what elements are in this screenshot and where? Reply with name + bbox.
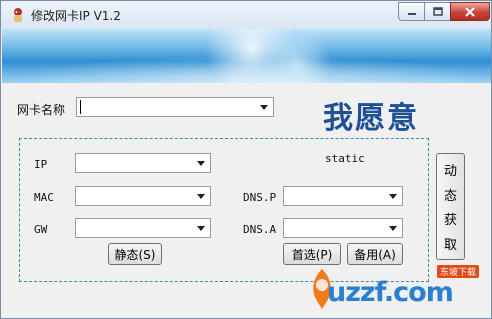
ip-label: IP <box>34 158 48 171</box>
dynamic-char-4: 取 <box>443 238 457 254</box>
mac-combo[interactable] <box>75 186 211 206</box>
dynamic-char-3: 获 <box>443 213 457 229</box>
mac-label: MAC <box>34 191 54 204</box>
dns-primary-combo[interactable] <box>283 186 403 206</box>
dns-alternate-combo[interactable] <box>283 218 403 238</box>
dns-alternate-label: DNS.A <box>243 223 277 236</box>
main-window: 修改网卡IP V1.2 网卡名称 我愿意 static IP MAC DNS.P… <box>0 0 492 319</box>
close-icon <box>465 6 475 17</box>
dynamic-char-1: 动 <box>443 163 457 179</box>
window-title: 修改网卡IP V1.2 <box>31 9 121 23</box>
dns-primary-label: DNS.P <box>243 191 277 204</box>
backup-button[interactable]: 备用(A) <box>347 243 403 265</box>
header-banner <box>2 29 491 83</box>
minimize-icon <box>407 12 416 15</box>
static-label: static <box>325 152 365 165</box>
dynamic-obtain-button[interactable]: 动 态 获 取 <box>436 153 465 260</box>
dynamic-char-2: 态 <box>443 188 457 204</box>
adapter-name-combo[interactable] <box>76 97 274 117</box>
preferred-button[interactable]: 首选(P) <box>283 243 341 265</box>
watermark: 东坡下载 uzzf.com <box>307 265 487 313</box>
chevron-down-icon <box>197 194 205 199</box>
chevron-down-icon <box>197 226 205 231</box>
watermark-text: uzzf.com <box>327 277 454 308</box>
chevron-down-icon <box>389 194 397 199</box>
close-button[interactable] <box>450 2 490 21</box>
app-icon <box>14 8 22 22</box>
maximize-button[interactable] <box>424 2 450 21</box>
maximize-icon <box>432 7 443 16</box>
static-button[interactable]: 静态(S) <box>108 243 162 265</box>
chevron-down-icon <box>197 161 205 166</box>
ip-combo[interactable] <box>75 153 211 173</box>
chevron-down-icon <box>260 105 268 110</box>
minimize-button[interactable] <box>398 2 424 21</box>
text-cursor <box>80 100 81 114</box>
chevron-down-icon <box>389 226 397 231</box>
title-bar[interactable]: 修改网卡IP V1.2 <box>1 1 491 29</box>
slogan-text: 我愿意 <box>323 101 419 136</box>
gateway-label: GW <box>34 223 48 236</box>
gateway-combo[interactable] <box>75 218 211 238</box>
adapter-label: 网卡名称 <box>17 103 66 117</box>
